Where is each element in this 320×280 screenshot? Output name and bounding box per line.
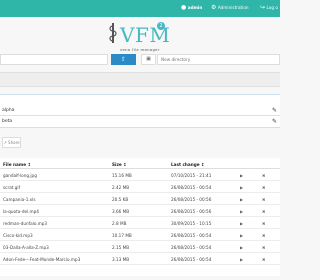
file-size: 3.66 MB [112, 209, 130, 214]
file-date: 26/08/2015 - 00:54 [171, 257, 212, 262]
file-name[interactable]: gandalf-long.jpg [3, 170, 37, 181]
file-size: 2.15 MB [112, 245, 130, 250]
preview-icon[interactable]: ▶ [240, 194, 243, 205]
new-directory-input[interactable] [157, 54, 280, 65]
user-icon: ● [181, 4, 187, 11]
file-name[interactable]: scrat.gif [3, 182, 20, 193]
toolbar: ⇧ ▣ [0, 54, 280, 66]
table-row[interactable]: Campania-1.xls 20.5 KB 26/08/2015 - 00:56 ▶… [0, 194, 280, 205]
folder-item[interactable]: beta ✎ [0, 116, 280, 127]
logout-label: Log o [266, 5, 278, 10]
name-column-header[interactable]: File name ↕ [3, 160, 31, 169]
preview-icon[interactable]: ▶ [240, 170, 243, 181]
file-name[interactable]: redman-dunfalo.mp3 [3, 218, 47, 229]
file-date: 26/08/2015 - 00:54 [171, 185, 212, 190]
delete-icon[interactable]: ✖ [262, 194, 265, 205]
logout-link[interactable]: ↪ Log o [260, 3, 278, 13]
folder-item[interactable]: alpha ✎ [0, 105, 280, 116]
version-badge: 2 [157, 22, 165, 30]
new-directory-icon-button[interactable]: ▣ [141, 54, 156, 65]
preview-icon[interactable]: ▶ [240, 254, 243, 265]
date-column-header[interactable]: Last change ↕ [171, 160, 205, 169]
size-column-header[interactable]: Size ↕ [112, 160, 127, 169]
file-date: 26/08/2015 - 00:54 [171, 233, 212, 238]
delete-icon[interactable]: ✖ [262, 218, 265, 229]
preview-icon[interactable]: ▶ [240, 182, 243, 193]
file-name[interactable]: la-quota-del.mp4 [3, 206, 39, 217]
file-select-field[interactable] [0, 54, 108, 65]
file-table: File name ↕ Size ↕ Last change ↕ gandalf… [0, 158, 280, 276]
delete-icon[interactable]: ✖ [262, 206, 265, 217]
top-navbar: ● admin ⚙ Administration ↪ Log o [0, 0, 280, 17]
table-row[interactable]: Cisco-kid.mp3 10.17 MB 26/08/2015 - 00:54 ▶… [0, 230, 280, 241]
preview-icon[interactable]: ▶ [240, 218, 243, 229]
table-row[interactable]: scrat.gif 2.42 MB 26/08/2015 - 00:54 ▶ ✖ [0, 182, 280, 193]
user-menu[interactable]: ● admin [181, 3, 202, 13]
administration-link[interactable]: ⚙ Administration [211, 3, 249, 13]
file-date: 30/09/2015 - 10:15 [171, 221, 212, 226]
table-row[interactable]: redman-dunfalo.mp3 2.8 MB 30/09/2015 - 10:… [0, 218, 280, 229]
folder-list: alpha ✎ beta ✎ [0, 94, 280, 128]
logo-mark-icon [109, 23, 117, 43]
delete-icon[interactable]: ✖ [262, 182, 265, 193]
file-name[interactable]: 03-Dalla-A-alla-Z.mp3 [3, 242, 49, 253]
file-size: 20.5 KB [112, 197, 129, 202]
share-button[interactable]: ↗ Share [2, 137, 21, 148]
file-size: 10.17 MB [112, 233, 132, 238]
file-size: 2.8 MB [112, 221, 127, 226]
username: admin [187, 5, 203, 10]
file-name[interactable]: Campania-1.xls [3, 194, 36, 205]
administration-label: Administration [217, 5, 249, 10]
file-date: 07/10/2015 - 21:41 [171, 173, 212, 178]
file-name[interactable]: Cisco-kid.mp3 [3, 230, 33, 241]
table-row[interactable]: gandalf-long.jpg 15.16 MB 07/10/2015 - 21:… [0, 170, 280, 181]
folder-plus-icon: ▣ [146, 56, 151, 62]
file-date: 26/08/2015 - 00:54 [171, 245, 212, 250]
table-row[interactable]: Adon-Fede---Feat-Monde-Marcio.mp3 3.13 MB… [0, 254, 280, 265]
delete-icon[interactable]: ✖ [262, 170, 265, 181]
gear-icon: ⚙ [211, 4, 217, 11]
edit-icon[interactable]: ✎ [272, 116, 277, 127]
share-label: Share [8, 140, 20, 145]
table-row[interactable]: la-quota-del.mp4 3.66 MB 26/08/2015 - 00:5… [0, 206, 280, 217]
upload-icon: ⇧ [120, 56, 127, 63]
folder-name[interactable]: beta [2, 119, 12, 124]
delete-icon[interactable]: ✖ [262, 242, 265, 253]
delete-icon[interactable]: ✖ [262, 254, 265, 265]
file-name[interactable]: Adon-Fede---Feat-Monde-Marcio.mp3 [3, 254, 80, 265]
folder-name[interactable]: alpha [2, 108, 14, 113]
table-header: File name ↕ Size ↕ Last change ↕ [0, 160, 280, 169]
table-row[interactable]: 03-Dalla-A-alla-Z.mp3 2.15 MB 26/08/2015 -… [0, 242, 280, 253]
file-size: 15.16 MB [112, 173, 132, 178]
logout-icon: ↪ [260, 4, 266, 11]
delete-icon[interactable]: ✖ [262, 230, 265, 241]
edit-icon[interactable]: ✎ [272, 105, 277, 116]
file-date: 26/08/2015 - 00:56 [171, 197, 212, 202]
share-icon: ↗ [3, 140, 7, 145]
upload-button[interactable]: ⇧ [111, 54, 136, 65]
file-size: 3.13 MB [112, 257, 130, 262]
preview-icon[interactable]: ▶ [240, 230, 243, 241]
preview-icon[interactable]: ▶ [240, 242, 243, 253]
preview-icon[interactable]: ▶ [240, 206, 243, 217]
file-date: 26/08/2015 - 00:56 [171, 209, 212, 214]
file-size: 2.42 MB [112, 185, 130, 190]
breadcrumb [0, 72, 280, 87]
logo-tagline: veno file manager [120, 47, 160, 52]
app-logo: VFM 2 veno file manager [108, 22, 172, 52]
